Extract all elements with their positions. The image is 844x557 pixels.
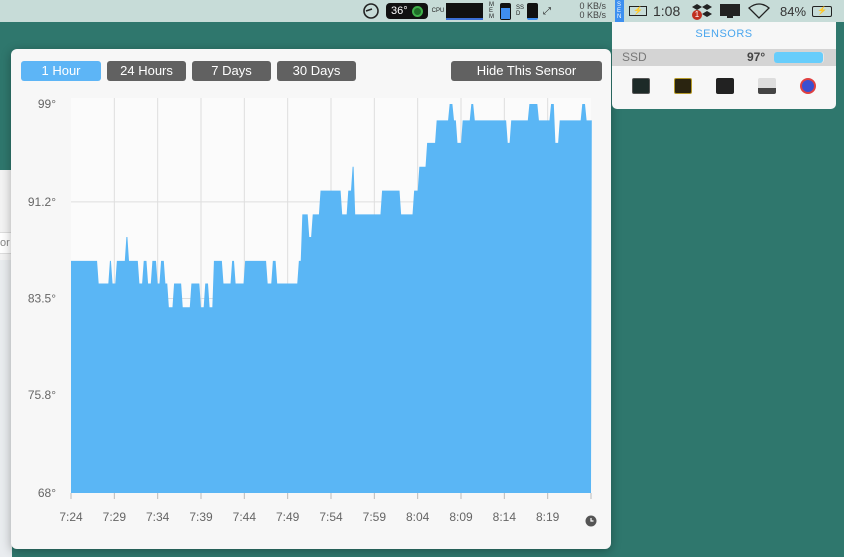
x-tick-label: 7:44	[233, 510, 257, 524]
y-tick-label: 83.5°	[28, 292, 56, 306]
mem-label: MEM	[489, 2, 494, 20]
wifi-icon[interactable]	[748, 0, 770, 22]
cpu-label: CPU	[431, 8, 445, 14]
dropbox-badge: 1	[692, 10, 702, 20]
display-icon[interactable]	[719, 0, 741, 22]
temperature-chart: 99° 91.2° 83.5° 75.8° 68° 7:24 7:29 7:34 7:39 7:…	[28, 97, 597, 527]
terminal-icon[interactable]	[716, 78, 734, 94]
sensors-menu-item[interactable]: SEN	[615, 0, 624, 22]
sensor-history-popover: 1 Hour 24 Hours 7 Days 30 Days Hide This…	[11, 49, 611, 549]
temperature-value: 36°	[391, 5, 408, 17]
battery-percent[interactable]: 84%	[780, 0, 806, 22]
clock-time[interactable]: 1:08	[653, 0, 680, 22]
y-tick-label: 68°	[38, 486, 56, 500]
y-tick-label: 75.8°	[28, 388, 56, 402]
mem-bar-icon[interactable]	[500, 0, 511, 22]
ssd-label: SSD	[516, 5, 525, 17]
x-tick-label: 7:59	[363, 510, 387, 524]
x-tick-label: 7:39	[189, 510, 213, 524]
network-speed[interactable]: 0 KB/s 0 KB/s	[570, 0, 606, 22]
y-tick-label: 91.2°	[28, 195, 56, 209]
sensor-level-bar	[774, 52, 824, 63]
status-ring-icon	[411, 5, 423, 17]
sensor-name: SSD	[622, 50, 647, 64]
ssd-bar-icon[interactable]	[527, 0, 538, 22]
net-down: 0 KB/s	[579, 10, 606, 20]
x-tick-label: 8:09	[449, 510, 473, 524]
x-tick-label: 8:04	[406, 510, 430, 524]
y-tick-label: 99°	[38, 97, 56, 111]
x-tick-label: 8:19	[536, 510, 560, 524]
cpu-graph-icon[interactable]	[446, 0, 483, 22]
battery-charging-icon[interactable]: ⚡	[812, 0, 832, 22]
x-tick-label: 7:34	[146, 510, 170, 524]
disk-utility-icon[interactable]	[800, 78, 816, 94]
battery-small-icon: ⚡	[629, 0, 647, 22]
x-tick-label: 7:29	[103, 510, 127, 524]
x-tick-label: 7:54	[319, 510, 343, 524]
sensor-row-ssd[interactable]: SSD 97°	[612, 49, 836, 66]
activity-monitor-icon[interactable]	[632, 78, 650, 94]
istat-gauge-icon[interactable]	[362, 0, 380, 22]
system-information-icon[interactable]	[758, 78, 776, 94]
x-tick-label: 7:24	[59, 510, 83, 524]
console-icon[interactable]	[674, 78, 692, 94]
clock-icon[interactable]	[585, 515, 597, 527]
sensors-panel: SENSORS SSD 97°	[612, 22, 836, 109]
dropbox-icon[interactable]: 1	[692, 0, 712, 22]
x-tick-label: 7:49	[276, 510, 300, 524]
menu-bar: 36° CPU MEM SSD ⤢ 0 KB/s 0 KB/s SEN ⚡ 1:…	[0, 0, 844, 22]
sensor-value: 97°	[747, 50, 766, 64]
x-tick-label: 8:14	[493, 510, 517, 524]
network-arrows-icon: ⤢	[543, 5, 551, 17]
sensors-title: SENSORS	[695, 28, 753, 40]
temperature-badge[interactable]: 36°	[386, 0, 428, 22]
